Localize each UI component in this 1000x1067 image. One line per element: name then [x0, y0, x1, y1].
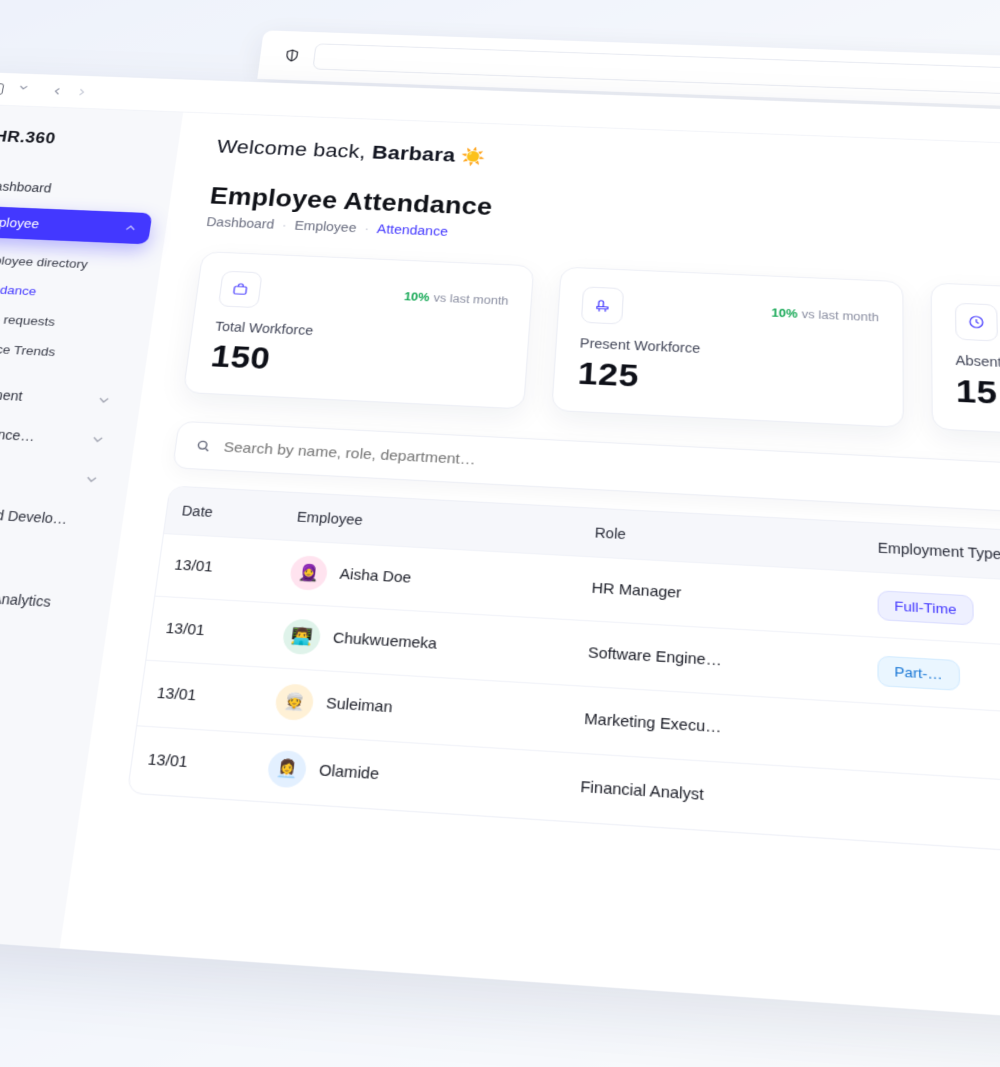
- employee-name: Olamide: [318, 762, 380, 783]
- search-icon: [194, 438, 213, 454]
- card-absent-workforce: 10% vs last month Absent Workforce 15: [930, 282, 1000, 446]
- cell-date: 13/01: [157, 543, 279, 593]
- card-value: 150: [209, 339, 505, 389]
- brand: HR.360: [0, 124, 161, 153]
- sidebar-item-label: Dashboard: [0, 179, 53, 195]
- delta-badge: 10% vs last month: [403, 290, 509, 307]
- crumb-separator: ·: [364, 221, 370, 235]
- delta-pct: 10%: [771, 307, 797, 321]
- attendance-table: Date Employee Role Employment Type 13/01…: [127, 485, 1000, 871]
- sidebar-item-label: Employee: [0, 215, 40, 231]
- sidebar-sub-label: Absence Trends: [0, 341, 56, 359]
- welcome-name: Barbara: [371, 141, 456, 165]
- chevron-up-icon: [122, 221, 140, 236]
- sidebar-item-payroll[interactable]: Payroll: [0, 452, 115, 498]
- delta-rest: vs last month: [802, 308, 879, 324]
- sidebar-item-recruitment[interactable]: Recruitment: [0, 374, 127, 418]
- cell-role: Marketing Execu…: [567, 695, 861, 760]
- crumb[interactable]: Employee: [294, 218, 357, 235]
- sidebar-sub-label: Attendance: [0, 282, 37, 298]
- employee-name: Aisha Doe: [339, 567, 412, 587]
- delta-rest: vs last month: [433, 292, 509, 308]
- seat-icon: [581, 286, 624, 324]
- sidebar-sub-label: Leave requests: [0, 311, 56, 329]
- chevron-down-icon: [82, 471, 101, 487]
- employment-chip: Part-…: [877, 655, 959, 690]
- avatar: 👩‍💼: [266, 750, 308, 789]
- cell-date: 13/01: [129, 736, 255, 791]
- sidebar-item-dashboard[interactable]: Dashboard: [0, 169, 158, 208]
- sidebar-sub-employee-directory[interactable]: Employee directory: [0, 244, 146, 280]
- sidebar-item-label: Reports and Analytics: [0, 586, 52, 610]
- stat-cards: 10% vs last month Total Workforce 150: [183, 251, 1000, 447]
- cell-role: Software Engine…: [571, 630, 862, 693]
- sidebar-item-reports[interactable]: Reports and Analytics: [0, 573, 96, 622]
- nav-forward-icon[interactable]: [74, 86, 89, 98]
- cell-type: Full-Time: [862, 575, 1000, 646]
- chevron-down-icon: [95, 392, 114, 408]
- search-input[interactable]: [223, 439, 1000, 500]
- crumb-current: Attendance: [376, 222, 448, 239]
- employee-name: Chukwuemeka: [332, 630, 437, 653]
- card-value: 125: [577, 356, 879, 407]
- employee-submenu: Employee directory Attendance Leave requ…: [0, 244, 146, 370]
- clock-alert-icon: [955, 303, 998, 342]
- welcome-prefix: Welcome back,: [216, 136, 374, 163]
- crumb[interactable]: Dashboard: [206, 215, 275, 232]
- card-value: 15: [956, 373, 1000, 425]
- avatar: 👳: [274, 683, 315, 721]
- sidebar-item-schedule[interactable]: Schedule: [0, 532, 102, 580]
- delta-badge: 10% vs last month: [771, 307, 879, 325]
- delta-pct: 10%: [403, 290, 430, 304]
- cell-type: [861, 790, 1000, 836]
- cell-date: 13/01: [148, 606, 271, 658]
- employee-name: Suleiman: [325, 696, 393, 717]
- sidebar-item-label: Recruitment: [0, 385, 24, 403]
- cell-type: [861, 721, 1000, 765]
- sidebar-sub-label: Employee directory: [0, 253, 89, 271]
- sidebar-item-label: Training and Develo…: [0, 504, 69, 527]
- main-content: Welcome back, Barbara ☀️ Employee Attend…: [60, 112, 1000, 1042]
- sun-icon: ☀️: [461, 147, 487, 167]
- crumb-separator: ·: [281, 218, 287, 232]
- col-date: Date: [164, 486, 285, 539]
- card-total-workforce: 10% vs last month Total Workforce 150: [183, 251, 535, 409]
- briefcase-icon: [218, 271, 263, 308]
- cell-role: HR Manager: [575, 566, 862, 627]
- sidebar-item-performance[interactable]: Performance…: [0, 413, 121, 458]
- avatar: 🧕: [289, 555, 329, 591]
- sidebar-item-employee[interactable]: Employee: [0, 204, 153, 244]
- chevron-down-icon[interactable]: [16, 82, 31, 94]
- cell-role: Financial Analyst: [563, 763, 861, 830]
- cell-date: 13/01: [139, 670, 264, 723]
- nav-back-icon[interactable]: [50, 85, 65, 97]
- avatar: 👨‍💻: [281, 618, 321, 655]
- employment-chip: Full-Time: [878, 590, 974, 625]
- card-present-workforce: 10% vs last month Present Workforce 125: [552, 267, 904, 428]
- chevron-down-icon: [88, 432, 107, 448]
- sidebar-toggle-icon[interactable]: [0, 83, 4, 95]
- cell-type: Part-…: [862, 639, 1000, 713]
- sidebar-item-training[interactable]: Training and Develo…: [0, 492, 109, 539]
- brand-name: HR.360: [0, 127, 57, 147]
- shield-icon: [283, 48, 302, 63]
- sidebar-item-label: Performance…: [0, 424, 36, 444]
- app-window: HR.360 Dashboard Employee Employee direc…: [0, 71, 1000, 1043]
